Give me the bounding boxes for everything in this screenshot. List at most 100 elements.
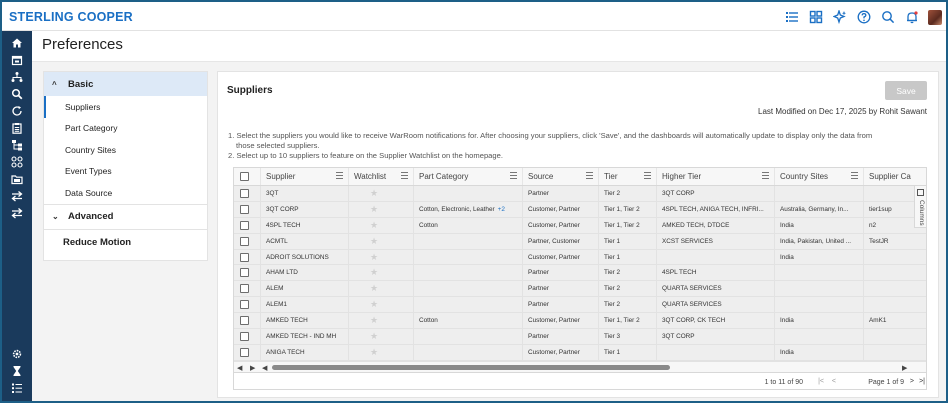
table-row[interactable]: ALEM ★ Partner Tier 2 QUARTA SERVICES	[234, 281, 926, 298]
apps-icon[interactable]	[10, 155, 24, 169]
scroll-left-icon[interactable]: ◀	[262, 364, 267, 372]
column-header-country-sites[interactable]: Country Sites	[775, 168, 864, 185]
column-header-watchlist[interactable]: Watchlist	[349, 168, 414, 185]
cell-text: Tier 1, Tier 2	[604, 205, 640, 213]
list-icon[interactable]	[780, 7, 804, 27]
column-menu-icon[interactable]	[586, 172, 593, 180]
grid-icon[interactable]	[804, 7, 828, 27]
nav-search-icon[interactable]	[10, 87, 24, 101]
watchlist-star-icon[interactable]: ★	[370, 347, 378, 358]
sidebar-item-suppliers[interactable]: Suppliers	[44, 96, 207, 118]
calendar-icon[interactable]	[10, 53, 24, 67]
column-menu-icon[interactable]	[510, 172, 517, 180]
column-menu-icon[interactable]	[644, 172, 651, 180]
cell-watchlist: ★	[349, 329, 414, 344]
row-checkbox[interactable]	[240, 252, 249, 262]
table-row[interactable]: 3QT ★ Partner Tier 2 3QT CORP	[234, 186, 926, 202]
checklist-icon[interactable]	[10, 381, 24, 395]
scrollbar-thumb[interactable]	[272, 365, 670, 370]
hourglass-icon[interactable]	[10, 364, 24, 378]
scroll-right-icon[interactable]: ▶	[902, 364, 907, 372]
row-checkbox[interactable]	[240, 268, 249, 278]
table-row[interactable]: ADROIT SOLUTIONS ★ Customer, Partner Tier 1…	[234, 249, 926, 266]
table-row[interactable]: AMKED TECH ★ Cotton Customer, Partner Tier 1…	[234, 313, 926, 330]
watchlist-star-icon[interactable]: ★	[370, 188, 378, 199]
table-row[interactable]: 3QT CORP ★ Cotton, Electronic, Leather +2 Cu…	[234, 201, 926, 218]
column-menu-icon[interactable]	[336, 172, 343, 180]
watchlist-star-icon[interactable]: ★	[370, 315, 378, 326]
search-icon[interactable]	[876, 7, 900, 27]
watchlist-star-icon[interactable]: ★	[370, 236, 378, 247]
row-checkbox[interactable]	[240, 316, 249, 326]
watchlist-star-icon[interactable]: ★	[370, 267, 378, 278]
avatar[interactable]	[928, 9, 942, 25]
column-menu-icon[interactable]	[851, 172, 858, 180]
cell-select	[234, 281, 261, 297]
suppliers-panel: Suppliers Save Last Modified on Dec 17, …	[217, 71, 939, 398]
row-checkbox[interactable]	[240, 347, 249, 357]
scroll-right-icon[interactable]: ▶	[250, 364, 255, 372]
row-checkbox[interactable]	[240, 188, 249, 198]
horizontal-scrollbar[interactable]: ◀ ▶ ◀ ▶	[234, 361, 926, 372]
column-menu-icon[interactable]	[401, 172, 408, 180]
column-header-supplier[interactable]: Supplier	[261, 168, 349, 185]
sidebar-item-data-source[interactable]: Data Source	[44, 182, 207, 204]
refresh-icon[interactable]	[10, 104, 24, 118]
brand-logo[interactable]: STERLING COOPER	[9, 10, 133, 24]
first-page-icon[interactable]: |<	[818, 378, 824, 385]
scroll-left-icon[interactable]: ◀	[237, 364, 242, 372]
watchlist-star-icon[interactable]: ★	[370, 299, 378, 310]
row-checkbox[interactable]	[240, 300, 249, 310]
hierarchy-icon[interactable]	[10, 138, 24, 152]
row-checkbox[interactable]	[240, 220, 249, 230]
bell-icon[interactable]	[900, 7, 924, 27]
settings-icon[interactable]	[10, 347, 24, 361]
table-row[interactable]: ANIGA TECH ★ Customer, Partner Tier 1 India	[234, 344, 926, 361]
watchlist-star-icon[interactable]: ★	[370, 220, 378, 231]
save-button[interactable]: Save	[885, 81, 927, 100]
cell-part-category	[414, 249, 523, 265]
table-row[interactable]: AHAM LTD ★ Partner Tier 2 4SPL TECH	[234, 265, 926, 282]
top-icons	[780, 7, 942, 27]
row-checkbox[interactable]	[240, 204, 249, 214]
watchlist-star-icon[interactable]: ★	[370, 283, 378, 294]
clipboard-icon[interactable]	[10, 121, 24, 135]
row-checkbox[interactable]	[240, 284, 249, 294]
table-row[interactable]: ALEM1 ★ Partner Tier 2 QUARTA SERVICES	[234, 297, 926, 314]
watchlist-star-icon[interactable]: ★	[370, 331, 378, 342]
column-header-part-category[interactable]: Part Category	[414, 168, 523, 185]
more-count-link[interactable]: +2	[498, 206, 505, 213]
last-page-icon[interactable]: >|	[919, 378, 925, 385]
column-header-source[interactable]: Source	[523, 168, 599, 185]
column-header-tier[interactable]: Tier	[599, 168, 657, 185]
transfer-icon[interactable]	[10, 189, 24, 203]
columns-tool-panel-tab[interactable]: Columns	[914, 186, 926, 228]
table-row[interactable]: AMKED TECH - IND MH ★ Partner Tier 3 3QT COR…	[234, 329, 926, 345]
table-row[interactable]: ACMTL ★ Partner, Customer Tier 1 XCST SERVIC…	[234, 233, 926, 250]
table-row[interactable]: 4SPL TECH ★ Cotton Customer, Partner Tier 1,…	[234, 217, 926, 234]
prev-page-icon[interactable]: <	[832, 378, 836, 385]
column-header-higher-tier[interactable]: Higher Tier	[657, 168, 775, 185]
column-header-supplier-ca[interactable]: Supplier Ca	[864, 168, 926, 185]
swap-icon[interactable]	[10, 206, 24, 220]
column-menu-icon[interactable]	[762, 172, 769, 180]
help-icon[interactable]	[852, 7, 876, 27]
home-icon[interactable]	[10, 36, 24, 50]
next-page-icon[interactable]: >	[910, 378, 914, 385]
watchlist-star-icon[interactable]: ★	[370, 252, 378, 263]
section-basic-label: Basic	[68, 78, 94, 90]
sparkle-icon[interactable]	[828, 7, 852, 27]
sidebar-item-country-sites[interactable]: Country Sites	[44, 139, 207, 161]
network-icon[interactable]	[10, 70, 24, 84]
row-checkbox[interactable]	[240, 331, 249, 341]
section-reduce-motion[interactable]: Reduce Motion	[44, 230, 207, 256]
sidebar-item-part-category[interactable]: Part Category	[44, 118, 207, 140]
sidebar-item-event-types[interactable]: Event Types	[44, 161, 207, 183]
section-basic[interactable]: ^ Basic	[44, 72, 207, 96]
top-bar: STERLING COOPER	[2, 2, 946, 31]
row-checkbox[interactable]	[240, 236, 249, 246]
watchlist-star-icon[interactable]: ★	[370, 204, 378, 215]
folders-icon[interactable]	[10, 172, 24, 186]
select-all-checkbox[interactable]	[240, 172, 249, 181]
section-advanced[interactable]: ⌄ Advanced	[44, 205, 207, 229]
